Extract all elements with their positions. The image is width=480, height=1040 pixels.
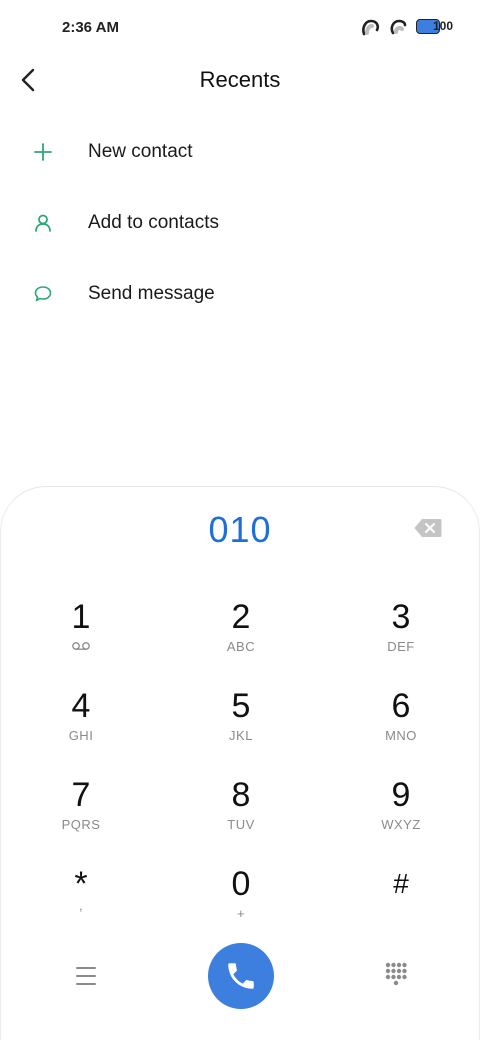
dialpad: 010 1 2 ABC 3 DEF 4 GHI 5 JKL 6 MNO 7 PQ… [0,486,480,1040]
key-9[interactable]: 9 WXYZ [321,773,480,862]
add-to-contacts-label: Add to contacts [88,211,219,233]
battery-level: 100 [433,19,454,33]
sim-2-icon [390,19,407,35]
plus-icon [34,142,52,161]
dialed-number[interactable]: 010 [1,509,479,551]
sim-1-icon [362,19,380,36]
key-letters: GHI [68,728,94,743]
new-contact-item[interactable]: New contact [0,116,480,187]
key-digit: 2 [231,598,251,636]
key-3[interactable]: 3 DEF [321,595,480,684]
action-list: New contact Add to contacts Send message [0,116,480,329]
key-letters: , [78,898,84,913]
keypad-toggle-button[interactable] [383,961,409,991]
key-letters: PQRS [61,817,101,832]
person-icon [35,214,51,232]
key-6[interactable]: 6 MNO [321,684,480,773]
key-2[interactable]: 2 ABC [161,595,321,684]
backspace-button[interactable] [413,517,443,539]
key-digit: 5 [231,687,251,725]
key-digit: 4 [71,687,91,725]
key-letters: DEF [387,639,415,654]
keypad-icon [385,962,407,986]
key-7[interactable]: 7 PQRS [1,773,161,862]
menu-icon-line [76,975,96,977]
key-digit: 9 [391,776,411,814]
key-1[interactable]: 1 [1,595,161,684]
dialpad-bottom-bar [1,941,480,1011]
backspace-icon [414,519,442,537]
menu-icon-line [76,967,96,969]
key-digit: 7 [71,776,91,814]
message-bubble-icon [34,285,52,301]
key-letters: JKL [229,728,253,743]
header: Recents [0,56,480,106]
key-digit: 6 [391,687,411,725]
key-0[interactable]: 0 + [161,862,321,951]
key-letters: TUV [227,817,255,832]
battery-icon: 100 [416,18,454,36]
key-letters: WXYZ [381,817,421,832]
status-time: 2:36 AM [62,19,119,36]
key-letters: + [236,906,246,921]
key-digit: 8 [231,776,251,814]
send-message-label: Send message [88,282,215,304]
menu-icon-line [76,983,96,985]
add-to-contacts-item[interactable]: Add to contacts [0,187,480,258]
key-digit: 1 [71,598,91,636]
voicemail-icon [72,642,90,650]
status-bar: 2:36 AM 100 [0,0,480,56]
phone-icon [228,963,254,989]
key-letters: MNO [385,728,417,743]
key-4[interactable]: 4 GHI [1,684,161,773]
key-digit: 0 [231,865,251,903]
key-5[interactable]: 5 JKL [161,684,321,773]
call-button[interactable] [208,943,274,1009]
key-letters: ABC [226,639,256,654]
dialpad-keys: 1 2 ABC 3 DEF 4 GHI 5 JKL 6 MNO 7 PQRS 8… [1,595,480,951]
key-hash[interactable]: # [321,862,480,951]
menu-button[interactable] [71,963,101,989]
key-star[interactable]: * , [1,862,161,951]
page-title: Recents [199,67,281,92]
status-icons: 100 [360,18,454,36]
key-digit: 3 [391,598,411,636]
key-digit: # [393,868,409,899]
key-8[interactable]: 8 TUV [161,773,321,862]
new-contact-label: New contact [88,140,193,162]
send-message-item[interactable]: Send message [0,258,480,329]
